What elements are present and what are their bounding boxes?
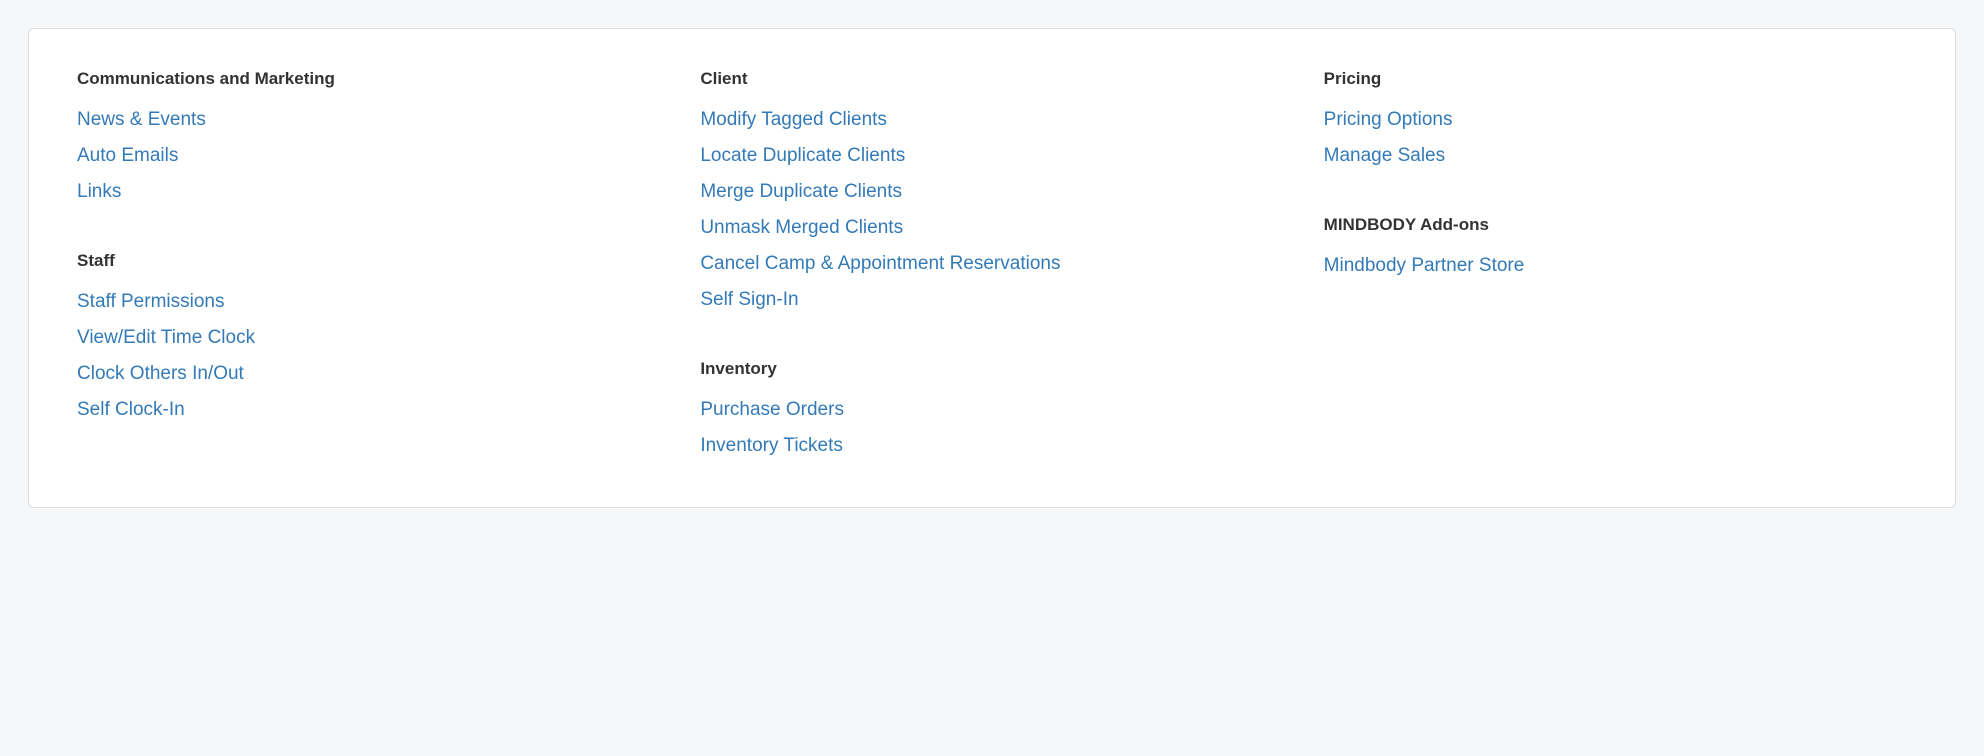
- section-client: Client Modify Tagged Clients Locate Duplic…: [700, 69, 1283, 311]
- link-item: Self Clock-In: [77, 399, 660, 421]
- link-locate-duplicate-clients[interactable]: Locate Duplicate Clients: [700, 145, 905, 166]
- link-auto-emails[interactable]: Auto Emails: [77, 145, 178, 166]
- link-item: News & Events: [77, 109, 660, 131]
- link-unmask-merged-clients[interactable]: Unmask Merged Clients: [700, 217, 903, 238]
- link-list: Mindbody Partner Store: [1324, 255, 1907, 277]
- link-item: Purchase Orders: [700, 399, 1283, 421]
- link-pricing-options[interactable]: Pricing Options: [1324, 109, 1453, 130]
- section-title-client: Client: [700, 69, 1283, 89]
- link-clock-others-in-out[interactable]: Clock Others In/Out: [77, 363, 244, 384]
- link-item: Self Sign-In: [700, 289, 1283, 311]
- section-title-inventory: Inventory: [700, 359, 1283, 379]
- section-communications-and-marketing: Communications and Marketing News & Event…: [77, 69, 660, 203]
- link-cancel-camp-appointment-reservations[interactable]: Cancel Camp & Appointment Reservations: [700, 253, 1060, 274]
- column: Communications and Marketing News & Event…: [77, 69, 660, 457]
- section-title-mindbody-addons: MINDBODY Add-ons: [1324, 215, 1907, 235]
- link-item: Pricing Options: [1324, 109, 1907, 131]
- link-item: Unmask Merged Clients: [700, 217, 1283, 239]
- link-item: Merge Duplicate Clients: [700, 181, 1283, 203]
- link-item: Cancel Camp & Appointment Reservations: [700, 253, 1283, 275]
- link-mindbody-partner-store[interactable]: Mindbody Partner Store: [1324, 255, 1525, 276]
- section-title-communications-and-marketing: Communications and Marketing: [77, 69, 660, 89]
- link-item: Clock Others In/Out: [77, 363, 660, 385]
- link-list: Staff Permissions View/Edit Time Clock Clo…: [77, 291, 660, 421]
- link-view-edit-time-clock[interactable]: View/Edit Time Clock: [77, 327, 255, 348]
- link-self-sign-in[interactable]: Self Sign-In: [700, 289, 798, 310]
- link-links[interactable]: Links: [77, 181, 121, 202]
- link-item: Inventory Tickets: [700, 435, 1283, 457]
- link-staff-permissions[interactable]: Staff Permissions: [77, 291, 224, 312]
- link-item: Auto Emails: [77, 145, 660, 167]
- column: Client Modify Tagged Clients Locate Duplic…: [700, 69, 1283, 457]
- link-item: Staff Permissions: [77, 291, 660, 313]
- link-item: Mindbody Partner Store: [1324, 255, 1907, 277]
- link-list: News & Events Auto Emails Links: [77, 109, 660, 203]
- column: Pricing Pricing Options Manage Sales MINDBO…: [1324, 69, 1907, 457]
- link-list: Pricing Options Manage Sales: [1324, 109, 1907, 167]
- link-manage-sales[interactable]: Manage Sales: [1324, 145, 1445, 166]
- section-title-pricing: Pricing: [1324, 69, 1907, 89]
- link-self-clock-in[interactable]: Self Clock-In: [77, 399, 185, 420]
- link-list: Purchase Orders Inventory Tickets: [700, 399, 1283, 457]
- section-title-staff: Staff: [77, 251, 660, 271]
- section-pricing: Pricing Pricing Options Manage Sales: [1324, 69, 1907, 167]
- settings-panel: Communications and Marketing News & Event…: [28, 28, 1956, 508]
- link-news-and-events[interactable]: News & Events: [77, 109, 206, 130]
- link-list: Modify Tagged Clients Locate Duplicate Cl…: [700, 109, 1283, 311]
- section-mindbody-addons: MINDBODY Add-ons Mindbody Partner Store: [1324, 215, 1907, 277]
- link-item: Modify Tagged Clients: [700, 109, 1283, 131]
- link-item: View/Edit Time Clock: [77, 327, 660, 349]
- link-purchase-orders[interactable]: Purchase Orders: [700, 399, 844, 420]
- link-item: Links: [77, 181, 660, 203]
- link-merge-duplicate-clients[interactable]: Merge Duplicate Clients: [700, 181, 902, 202]
- link-item: Locate Duplicate Clients: [700, 145, 1283, 167]
- section-inventory: Inventory Purchase Orders Inventory Ticket…: [700, 359, 1283, 457]
- link-inventory-tickets[interactable]: Inventory Tickets: [700, 435, 843, 456]
- link-item: Manage Sales: [1324, 145, 1907, 167]
- link-modify-tagged-clients[interactable]: Modify Tagged Clients: [700, 109, 887, 130]
- section-staff: Staff Staff Permissions View/Edit Time Clo…: [77, 251, 660, 421]
